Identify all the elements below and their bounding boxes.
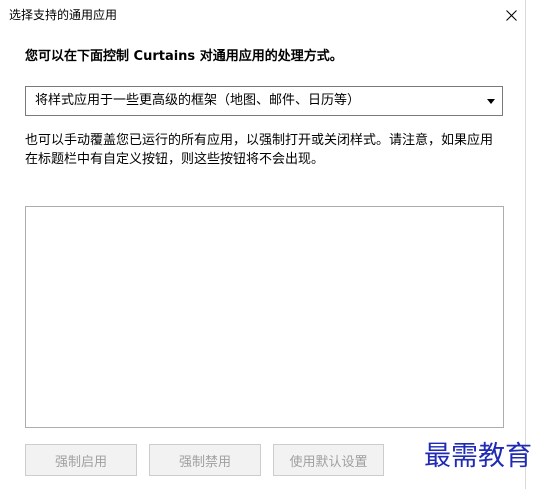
page-heading: 您可以在下面控制 Curtains 对通用应用的处理方式。 — [25, 49, 343, 64]
dropdown-selected-value: 将样式应用于一些更高级的框架（地图、邮件、日历等） — [35, 93, 361, 108]
window-title: 选择支持的通用应用 — [9, 8, 118, 22]
app-list[interactable] — [25, 206, 504, 428]
close-icon — [505, 9, 517, 21]
watermark-logo: 最需教育 — [424, 441, 532, 472]
force-disable-button[interactable]: 强制禁用 — [149, 444, 261, 476]
style-mode-dropdown[interactable]: 将样式应用于一些更高级的框架（地图、邮件、日历等） — [25, 86, 503, 116]
caret-down-icon — [487, 99, 495, 104]
force-enable-button[interactable]: 强制启用 — [25, 444, 137, 476]
title-bar: 选择支持的通用应用 — [0, 0, 526, 30]
close-button[interactable] — [496, 0, 526, 30]
dialog-window: 选择支持的通用应用 您可以在下面控制 Curtains 对通用应用的处理方式。 … — [0, 0, 526, 489]
use-default-button[interactable]: 使用默认设置 — [273, 444, 384, 476]
description-text: 也可以手动覆盖您已运行的所有应用，以强制打开或关闭样式。请注意，如果应用在标题栏… — [25, 133, 494, 167]
